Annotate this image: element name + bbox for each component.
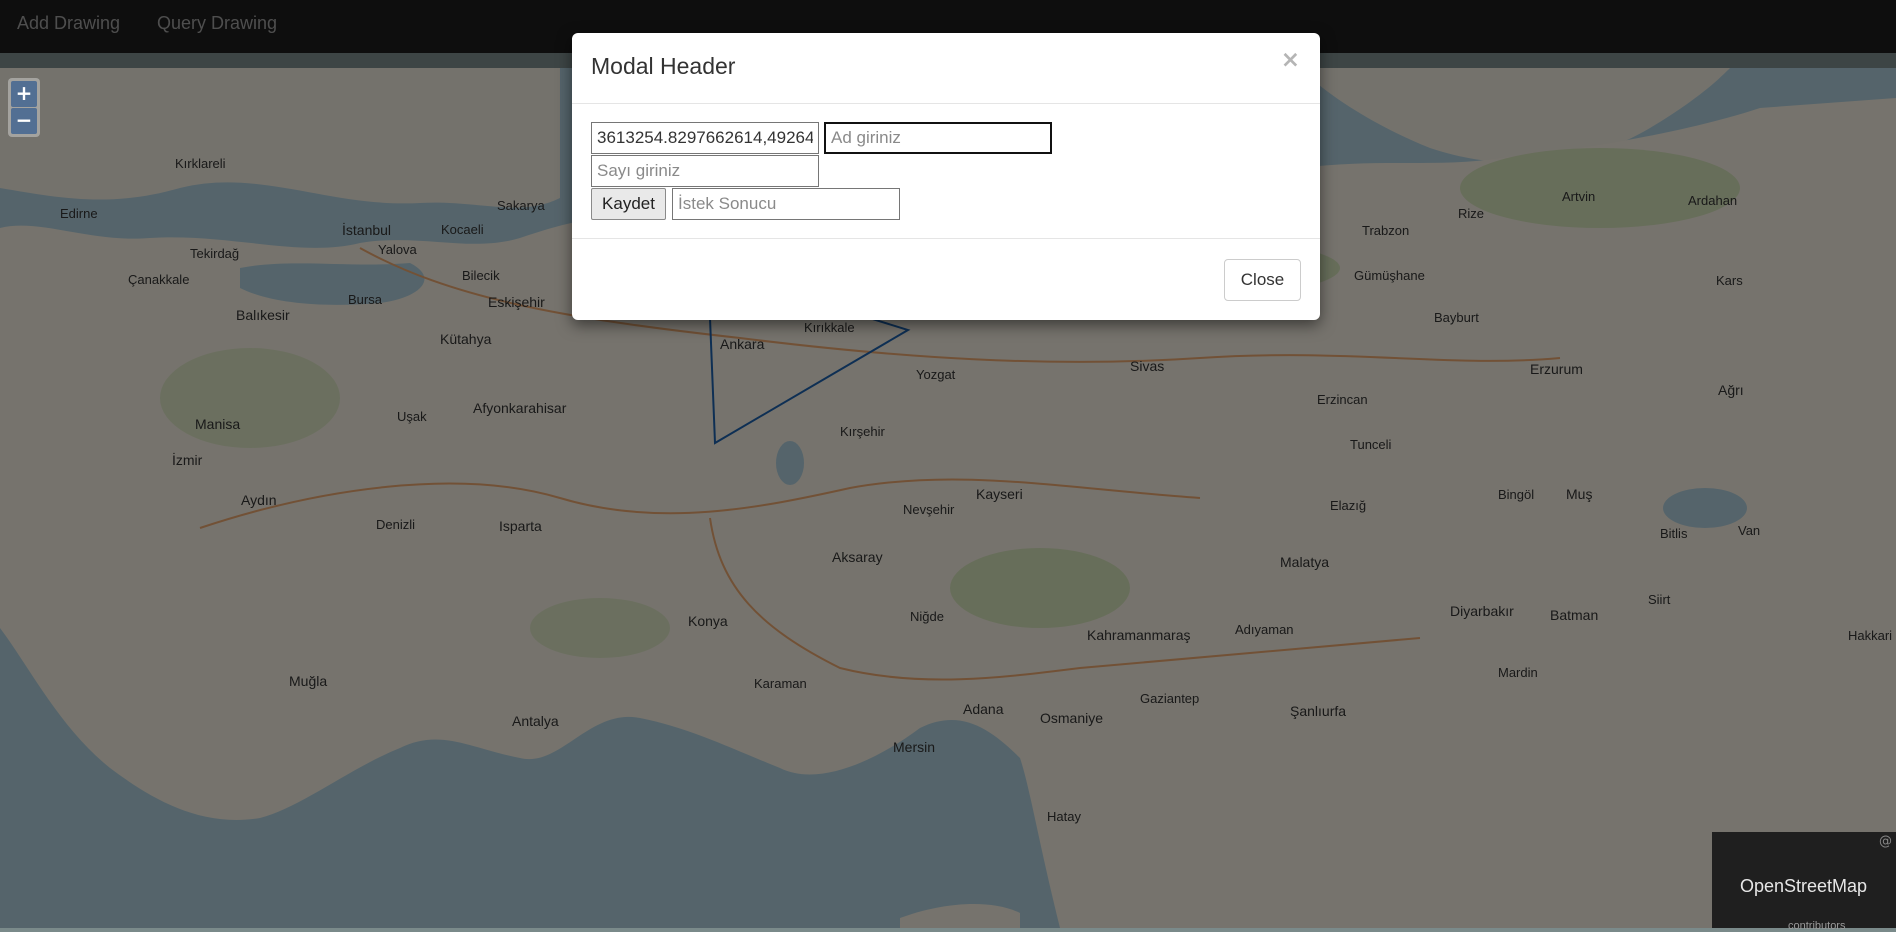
number-input[interactable]	[591, 155, 819, 187]
zoom-control: + −	[8, 78, 40, 137]
zoom-out-button[interactable]: −	[11, 108, 37, 134]
attribution-label[interactable]: OpenStreetMap	[1740, 876, 1867, 897]
close-icon[interactable]: ×	[1281, 47, 1300, 73]
modal-header: Modal Header ×	[572, 33, 1320, 104]
modal-title: Modal Header	[591, 53, 736, 79]
modal-dialog: Modal Header × Kaydet Close	[572, 33, 1320, 320]
zoom-in-button[interactable]: +	[11, 81, 37, 107]
result-field[interactable]	[672, 188, 900, 220]
modal-body: Kaydet	[572, 104, 1320, 239]
close-button[interactable]: Close	[1224, 259, 1301, 301]
name-input[interactable]	[824, 122, 1052, 154]
map-attribution: @ OpenStreetMap contributors	[1712, 832, 1896, 932]
coordinates-field[interactable]	[591, 122, 819, 154]
attribution-toggle-button[interactable]: @	[1879, 834, 1892, 849]
attribution-sub: contributors	[1788, 920, 1846, 932]
save-button[interactable]: Kaydet	[591, 188, 666, 220]
